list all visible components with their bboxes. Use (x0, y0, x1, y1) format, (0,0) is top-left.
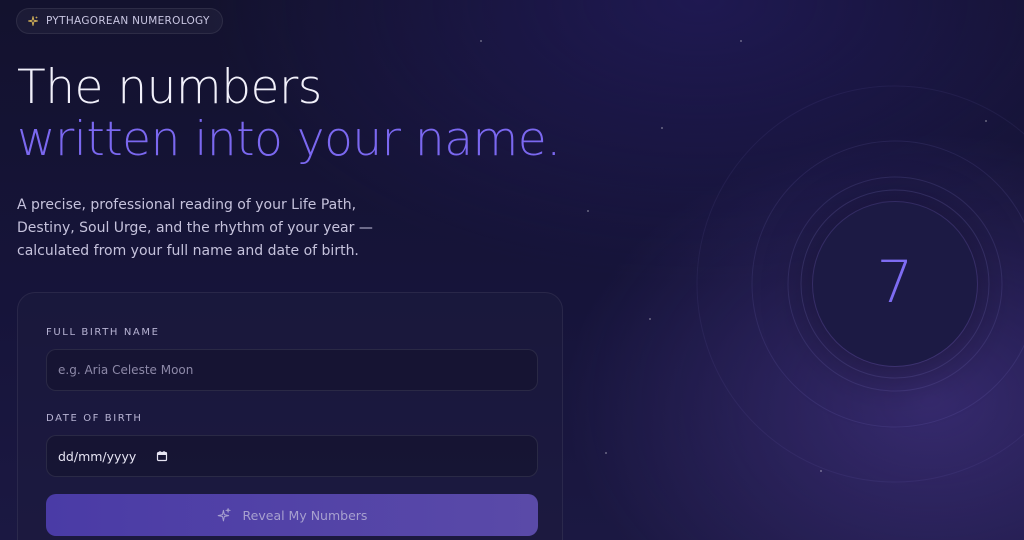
star (661, 127, 663, 129)
calendar-icon[interactable] (156, 450, 168, 462)
hero-description: A precise, professional reading of your … (17, 197, 373, 259)
reading-form: FULL BIRTH NAME e.g. Aria Celeste Moon D… (17, 292, 563, 540)
dob-field-label: DATE OF BIRTH (46, 413, 143, 424)
star (649, 318, 651, 320)
badge-label: PYTHAGOREAN NUMEROLOGY (46, 15, 210, 27)
name-input-placeholder: e.g. Aria Celeste Moon (58, 363, 194, 377)
reveal-numbers-button[interactable]: Reveal My Numbers (46, 494, 538, 536)
dob-input[interactable]: dd/mm/yyyy (46, 435, 538, 477)
headline-accent: written into your name. (17, 112, 561, 167)
sparkle-icon (28, 16, 38, 26)
star (480, 40, 482, 42)
star (605, 452, 607, 454)
star (587, 210, 589, 212)
name-input[interactable]: e.g. Aria Celeste Moon (46, 349, 538, 391)
star (740, 40, 742, 42)
category-badge: PYTHAGOREAN NUMEROLOGY (16, 8, 223, 34)
life-path-number-preview: 7 (813, 202, 977, 366)
preview-number: 7 (876, 248, 914, 316)
dob-input-value: dd/mm/yyyy (58, 448, 137, 464)
name-field-label: FULL BIRTH NAME (46, 327, 160, 338)
sparkle-icon (217, 508, 231, 522)
headline-primary: The numbers (17, 60, 322, 115)
reveal-numbers-label: Reveal My Numbers (242, 507, 368, 523)
